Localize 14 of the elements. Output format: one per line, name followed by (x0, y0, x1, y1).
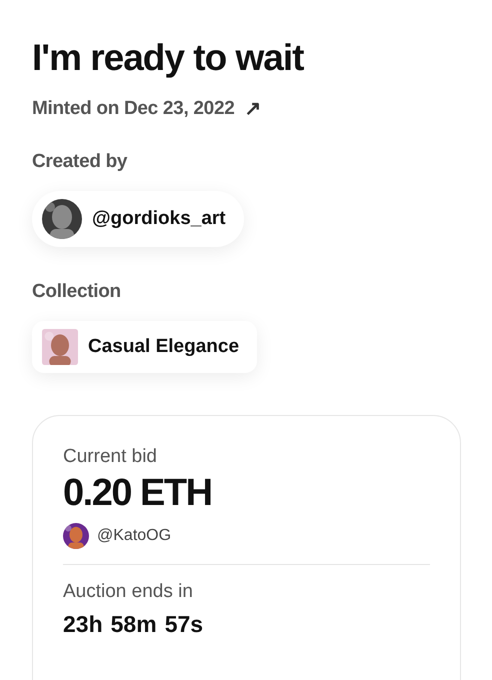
auction-label: Auction ends in (63, 581, 194, 603)
minted-date: Minted on Dec 23, 2022 (32, 98, 234, 120)
countdown-value: 58m (110, 611, 157, 638)
section-label: Collection (32, 281, 122, 303)
page-title: I'm ready to wait (32, 36, 305, 80)
bid-amount: 0.20 ETH (63, 472, 213, 515)
creator-chip[interactable]: @gordioks_art (32, 191, 244, 247)
collection-chip[interactable]: Casual Elegance (32, 321, 258, 373)
external-link-arrow[interactable]: ↗ (244, 96, 262, 121)
countdown-value: 23h (63, 611, 103, 638)
bid-label: Current bid (63, 446, 158, 468)
countdown-value: 57s (164, 611, 204, 638)
bidder-handle[interactable]: @KatoOG (97, 527, 172, 545)
section-label: Created by (32, 151, 128, 173)
